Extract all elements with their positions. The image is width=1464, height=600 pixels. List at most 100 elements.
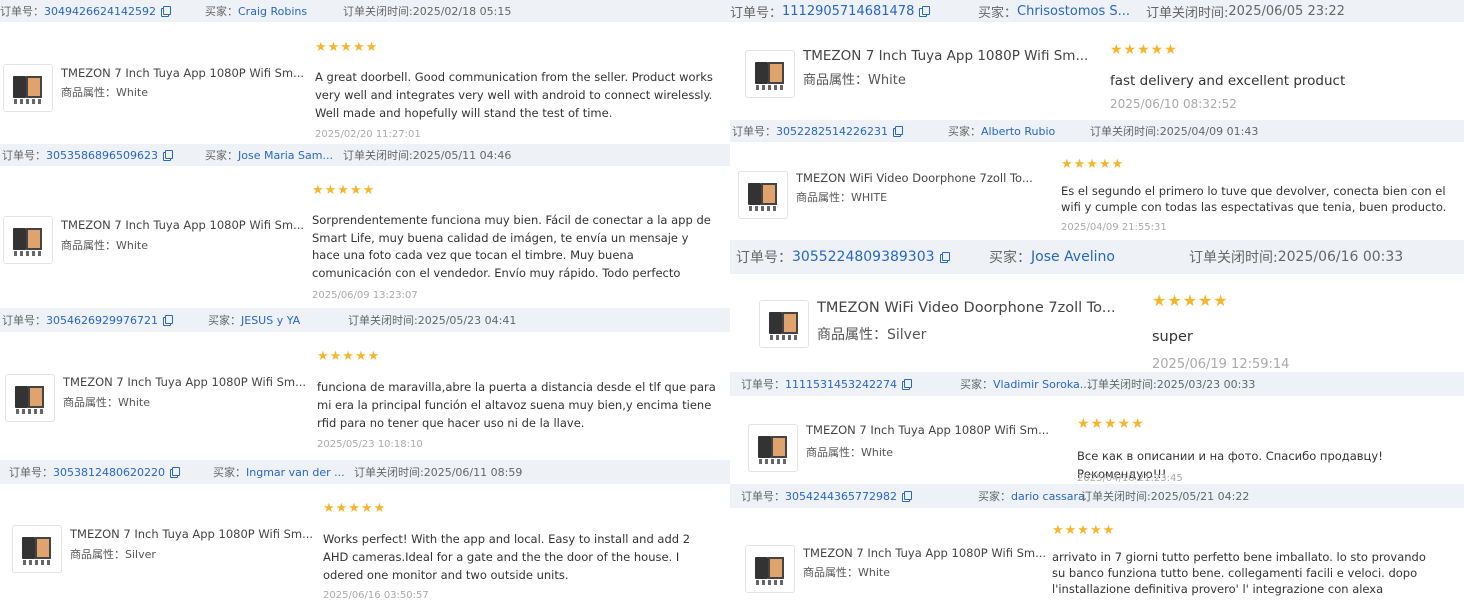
attribute-label: 商品属性： [806,446,861,459]
product-title[interactable]: TMEZON 7 Inch Tuya App 1080P Wifi Sm... [803,546,1046,560]
buyer-name-link[interactable]: Jose Avelino [1031,249,1115,265]
order-number-label: 订单号： [732,125,776,138]
product-thumbnail[interactable] [12,525,62,573]
buyer-name-link[interactable]: JESUS y YA [241,314,300,327]
product-thumbnail[interactable] [738,171,788,219]
order-number-link[interactable]: 3054626929976721 [46,314,158,327]
buyer-name-link[interactable]: Ingmar van der ... [246,466,345,479]
monitor-image [22,537,35,559]
close-time-value: 2025/05/11 04:46 [412,148,512,162]
copy-icon[interactable] [160,6,172,17]
attribute-label: 商品属性： [70,548,125,561]
buyer-label: 买家： [960,378,993,391]
close-time-label: 订单关闭时间: [354,466,424,479]
order-number-link[interactable]: 1112905714681478 [782,4,914,19]
copy-icon[interactable] [919,6,930,17]
product-title[interactable]: TMEZON 7 Inch Tuya App 1080P Wifi Sm... [61,218,304,232]
close-time-field: 订单关闭时间: 2025/05/11 04:46 [343,147,511,163]
copy-icon[interactable] [162,315,174,326]
close-time-label: 订单关闭时间: [1087,378,1157,391]
order-number-label: 订单号： [736,250,792,266]
review-time: 2025/04/10 21:23:45 [1077,473,1183,484]
product-thumbnail[interactable] [3,64,53,112]
product-thumbnail[interactable] [759,300,809,348]
close-time-label: 订单关闭时间: [1189,250,1278,266]
close-time-field: 订单关闭时间: 2025/04/09 01:43 [1090,123,1258,139]
product-title[interactable]: TMEZON 7 Inch Tuya App 1080P Wifi Sm... [61,66,304,80]
review-text: funciona de maravilla,abre la puerta a d… [317,380,716,430]
buyer-label: 买家： [978,5,1018,21]
star-rating: ★★★★★ [1110,42,1178,58]
close-time-value: 2025/02/18 05:15 [412,4,512,18]
buyer-name-link[interactable]: Craig Robins [238,5,307,18]
buyer-name-link[interactable]: dario cassara [1011,490,1085,503]
product-thumbnail[interactable] [745,50,795,98]
buyer-label: 买家： [208,314,241,327]
product-title[interactable]: TMEZON 7 Inch Tuya App 1080P Wifi Sm... [803,48,1088,64]
order-number-label: 订单号： [741,378,785,391]
review-time: 2025/04/09 21:55:31 [1061,222,1167,233]
order-number-field: 订单号： 3055224809389303 [736,247,951,267]
close-time-label: 订单关闭时间: [343,149,413,162]
product-thumbnail[interactable] [748,424,798,472]
buyer-name-link[interactable]: Vladimir Soroka... [993,378,1090,391]
order-number-link[interactable]: 3049426624142592 [44,5,156,18]
outdoor-units-image [770,335,800,340]
order-number-link[interactable]: 3052282514226231 [776,125,888,138]
order-number-label: 订单号： [730,5,783,21]
order-number-field: 订单号： 3053586896509623 [2,147,174,163]
product-thumbnail[interactable] [3,216,53,264]
screen-image [26,228,42,250]
star-rating: ★★★★★ [1052,523,1116,538]
product-title[interactable]: TMEZON 7 Inch Tuya App 1080P Wifi Sm... [806,423,1049,437]
order-number-field: 订单号： 3052282514226231 [732,123,904,139]
attribute-value: White [116,239,148,252]
buyer-field: 买家： JESUS y YA [208,312,300,328]
order-number-field: 订单号： 3053812480620220 [9,464,181,480]
product-thumbnail[interactable] [745,545,795,593]
product-thumbnail[interactable] [5,374,55,422]
attribute-value: WHITE [851,191,888,204]
product-attribute: 商品属性：White [63,394,150,410]
product-title[interactable]: TMEZON WiFi Video Doorphone 7zoll To... [817,300,1116,316]
attribute-label: 商品属性： [61,239,116,252]
copy-icon[interactable] [901,379,913,390]
monitor-image [15,386,28,408]
product-attribute: 商品属性：Silver [70,546,156,562]
attribute-value: Silver [125,548,156,561]
buyer-name-link[interactable]: Chrisostomos S... [1017,4,1130,19]
close-time-label: 订单关闭时间: [343,5,413,18]
buyer-name-link[interactable]: Alberto Rubio [981,125,1055,138]
copy-icon[interactable] [162,150,174,161]
attribute-value: White [116,86,148,99]
screen-image [771,436,787,458]
copy-icon[interactable] [892,126,904,137]
review-text: Sorprendentemente funciona muy bien. Fác… [312,213,711,280]
star-rating: ★★★★★ [317,349,381,364]
copy-icon[interactable] [169,467,181,478]
product-attribute: 商品属性：Silver [817,324,926,344]
outdoor-units-image [14,251,44,256]
outdoor-units-image [756,580,786,585]
order-number-link[interactable]: 3054244365772982 [785,490,897,503]
product-title[interactable]: TMEZON WiFi Video Doorphone 7zoll To... [796,171,1033,185]
monitor-image [748,183,761,205]
outdoor-units-image [759,459,789,464]
product-title[interactable]: TMEZON 7 Inch Tuya App 1080P Wifi Sm... [70,527,313,541]
copy-icon[interactable] [901,491,913,502]
order-number-link[interactable]: 3055224809389303 [792,249,935,265]
order-number-link[interactable]: 3053586896509623 [46,149,158,162]
product-attribute: 商品属性：WHITE [796,189,887,205]
close-time-label: 订单关闭时间: [348,314,418,327]
order-number-link[interactable]: 3053812480620220 [53,466,165,479]
copy-icon[interactable] [939,252,951,263]
close-time-label: 订单关闭时间: [1081,490,1151,503]
close-time-field: 订单关闭时间: 2025/03/23 00:33 [1087,376,1255,392]
order-number-link[interactable]: 1111531453242274 [785,378,897,391]
product-title[interactable]: TMEZON 7 Inch Tuya App 1080P Wifi Sm... [63,375,306,389]
attribute-value: White [118,396,150,409]
buyer-name-link[interactable]: Jose Maria Sam... [238,149,333,162]
screen-image [768,62,784,84]
monitor-image [13,76,26,98]
buyer-label: 买家： [205,5,238,18]
